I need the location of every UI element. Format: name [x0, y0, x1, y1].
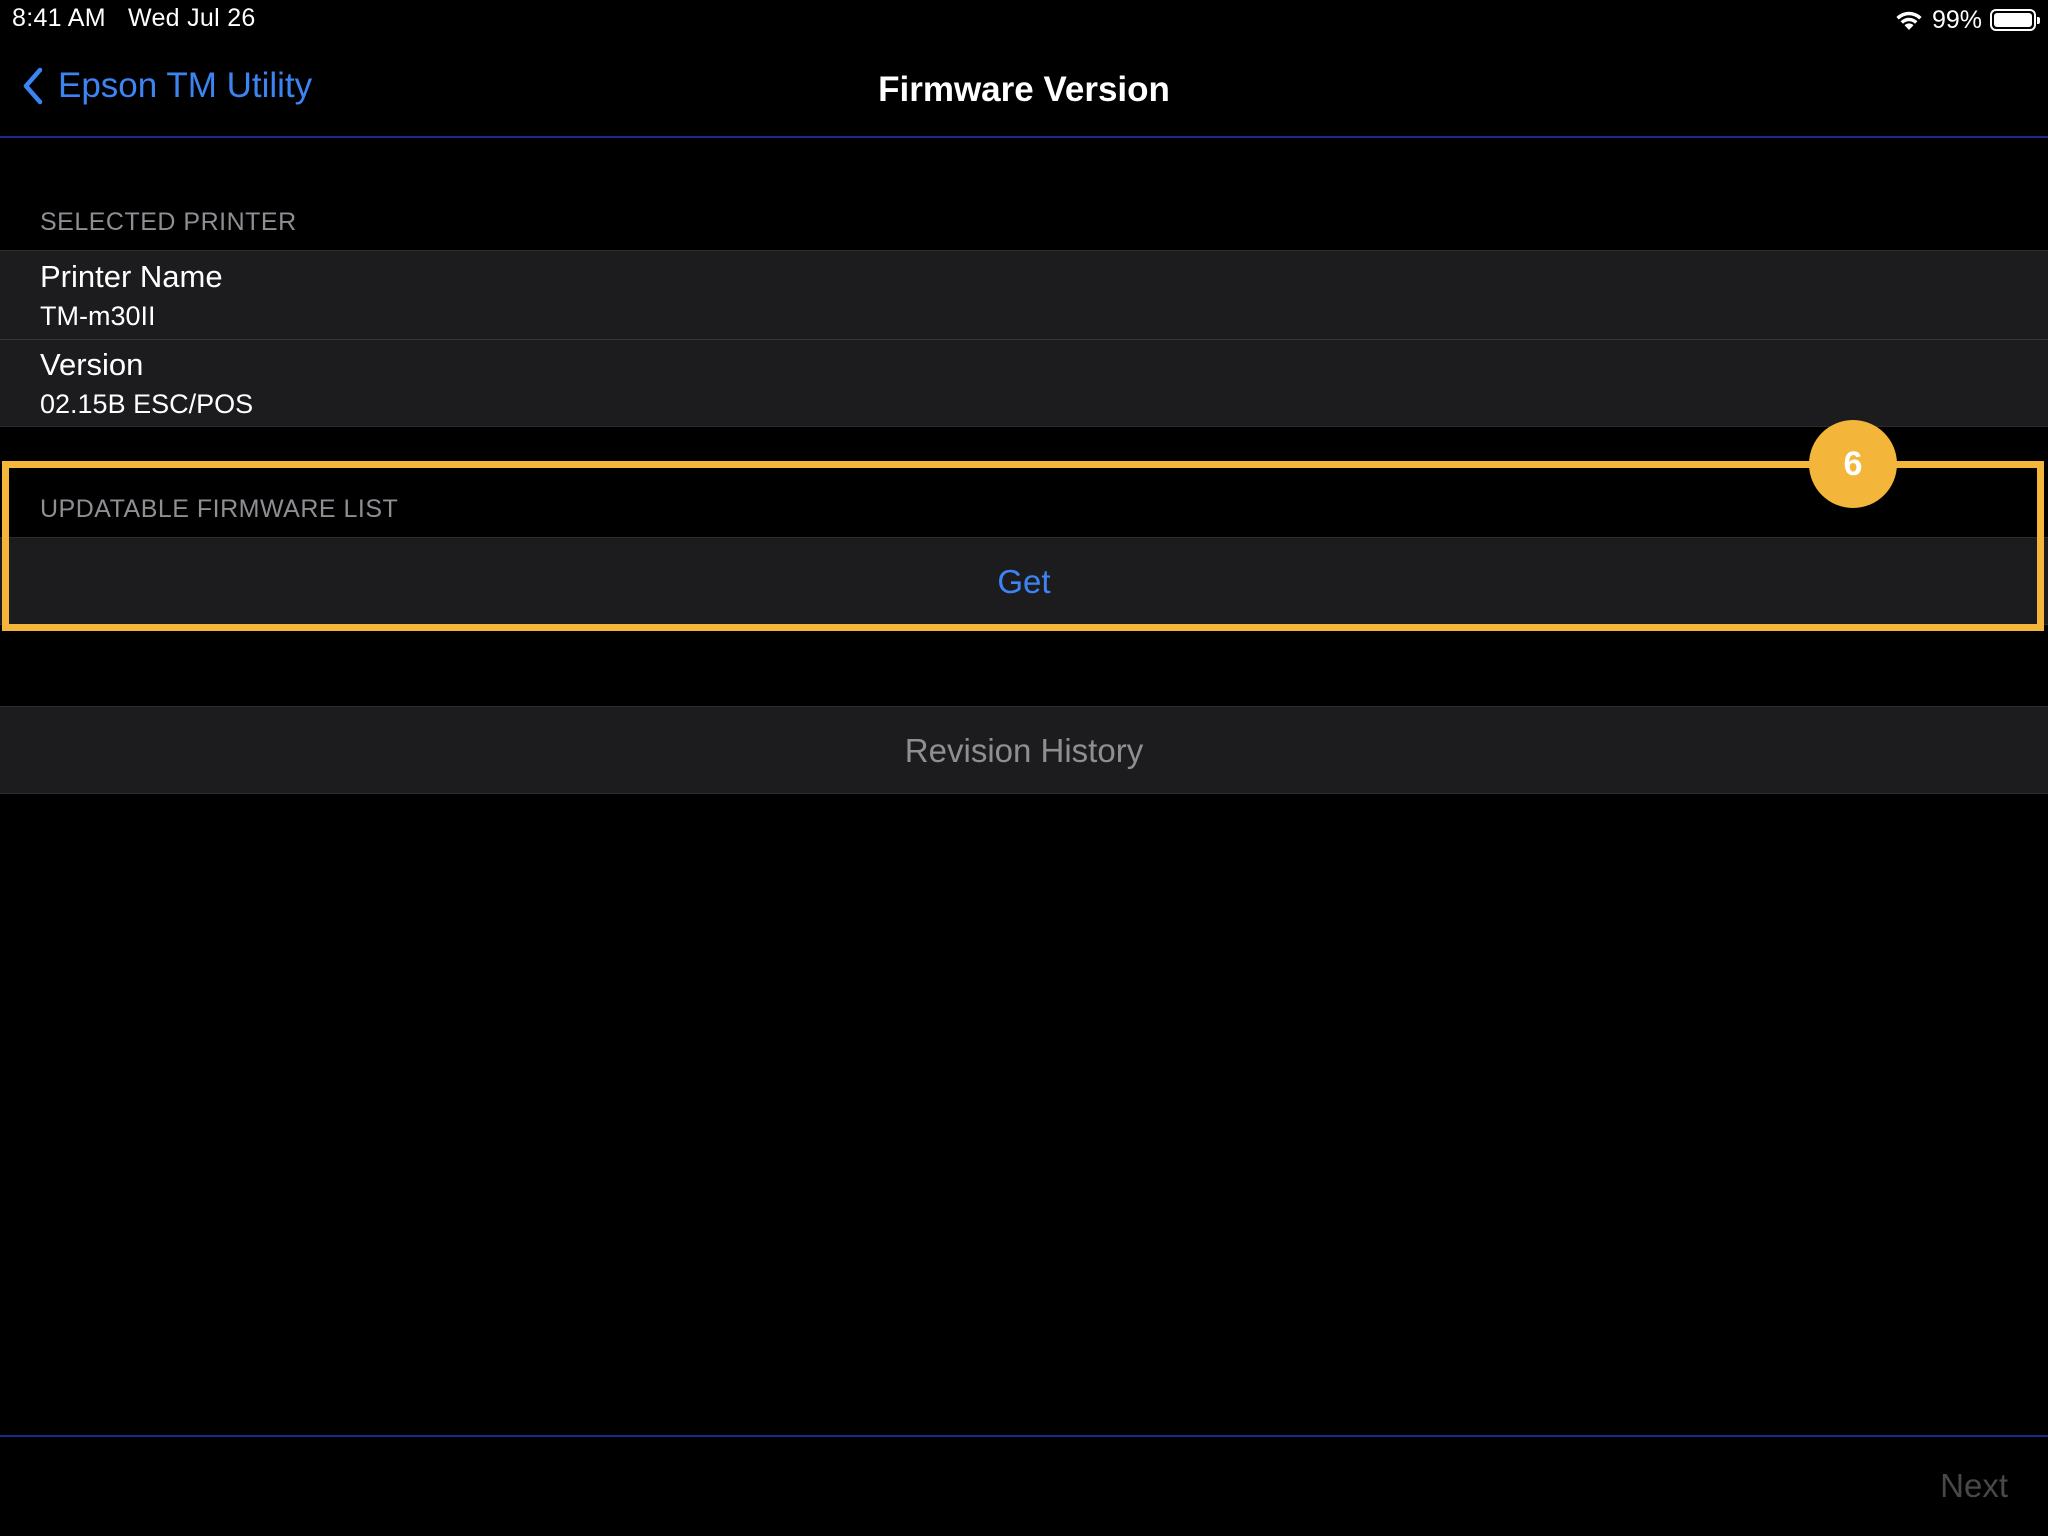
updatable-firmware-header: UPDATABLE FIRMWARE LIST	[40, 495, 399, 523]
status-bar: 8:41 AM Wed Jul 26 99%	[0, 0, 2048, 40]
battery-percent: 99%	[1931, 5, 1982, 34]
version-title: Version	[40, 347, 144, 382]
battery-fill	[1994, 13, 2032, 27]
step-badge: 6	[1809, 420, 1897, 508]
printer-name-value: TM-m30II	[40, 301, 156, 331]
get-firmware-button[interactable]: Get	[0, 538, 2048, 626]
version-value: 02.15B ESC/POS	[40, 389, 254, 419]
selected-printer-header: SELECTED PRINTER	[40, 208, 297, 236]
version-row: Version 02.15B ESC/POS	[0, 339, 2048, 427]
navigation-bar: Epson TM Utility Firmware Version	[0, 40, 2048, 138]
selected-printer-group: Printer Name TM-m30II Version 02.15B ESC…	[0, 250, 2048, 427]
wifi-icon	[1894, 8, 1924, 32]
updatable-firmware-group: Get	[0, 537, 2048, 625]
revision-history-button[interactable]: Revision History	[0, 707, 2048, 795]
revision-history-group: Revision History	[0, 706, 2048, 794]
next-button[interactable]: Next	[1940, 1467, 2008, 1505]
revision-history-label: Revision History	[904, 732, 1144, 769]
battery-icon	[1990, 9, 2040, 31]
get-firmware-label: Get	[997, 563, 1051, 600]
status-date: Wed Jul 26	[128, 4, 256, 32]
page-title: Firmware Version	[878, 70, 1170, 109]
screen: 8:41 AM Wed Jul 26 99% Epson TM Utility …	[0, 0, 2048, 1536]
printer-name-row: Printer Name TM-m30II	[0, 251, 2048, 339]
status-indicators: 99%	[1894, 5, 2040, 35]
status-time: 8:41 AM	[12, 4, 106, 32]
bottom-toolbar: Next	[0, 1435, 2048, 1536]
printer-name-title: Printer Name	[40, 259, 223, 294]
